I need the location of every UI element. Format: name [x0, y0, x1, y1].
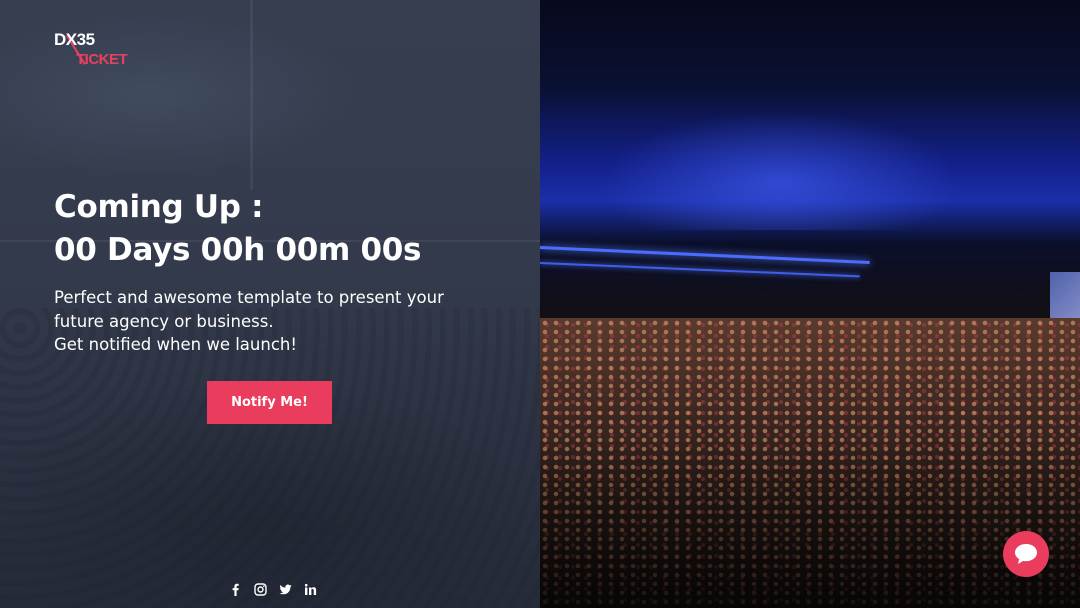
side-screen: [1050, 272, 1080, 324]
headline-title: Coming Up :: [54, 189, 264, 225]
social-links: [229, 581, 317, 597]
chat-button[interactable]: [1003, 531, 1049, 577]
content-panel: DX35 TICKET Coming Up : 00 Days 00h 00m …: [0, 0, 540, 608]
logo-subtext: TICKET: [76, 51, 128, 68]
logo-text: DX35: [54, 30, 95, 49]
led-strip: [540, 246, 870, 264]
instagram-icon[interactable]: [254, 582, 267, 596]
description-line: future agency or business.: [54, 311, 274, 331]
countdown-timer: 00 Days 00h 00m 00s: [54, 232, 422, 268]
countdown-headline: Coming Up : 00 Days 00h 00m 00s: [54, 186, 422, 272]
led-strip: [540, 262, 860, 278]
description-line: Perfect and awesome template to present …: [54, 288, 444, 307]
audience-shadow: [540, 440, 1080, 608]
ceiling-lights: [600, 110, 960, 230]
linkedin-icon[interactable]: [304, 583, 317, 596]
chat-bubble-icon: [1015, 544, 1037, 564]
facebook-icon[interactable]: [229, 583, 242, 596]
twitter-icon[interactable]: [279, 583, 292, 596]
notify-me-button[interactable]: Notify Me!: [207, 381, 332, 424]
stage-beam: [250, 0, 253, 190]
description-line: Get notified when we launch!: [54, 335, 297, 354]
logo[interactable]: DX35 TICKET: [54, 30, 128, 72]
description: Perfect and awesome template to present …: [54, 286, 494, 357]
event-photo: [540, 0, 1080, 608]
